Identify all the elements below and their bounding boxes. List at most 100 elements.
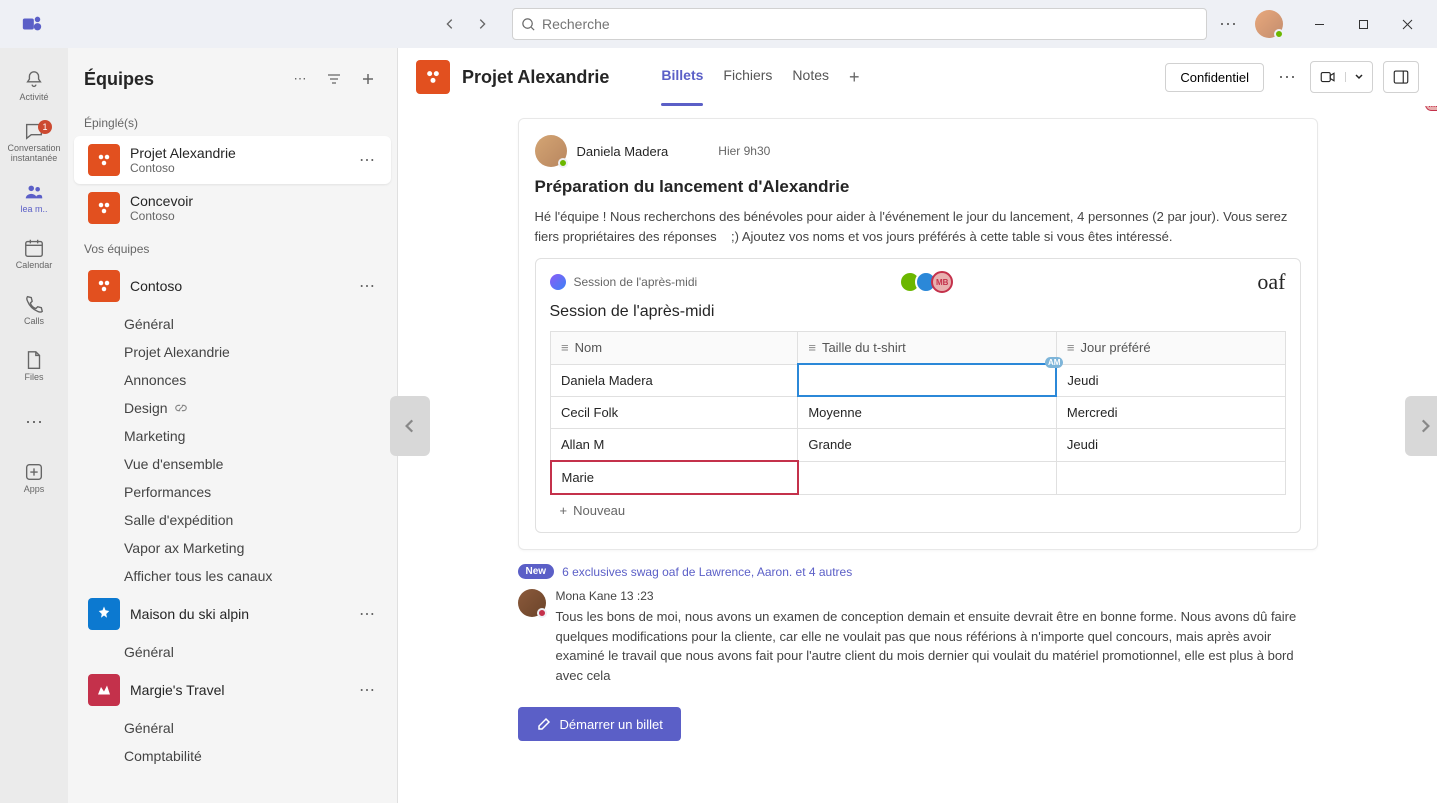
team-margie[interactable]: Margie's Travel ⋯ bbox=[74, 666, 391, 714]
cell-selected[interactable]: AM bbox=[798, 364, 1057, 396]
teams-sidebar: Équipes ⋯ Épinglé(s) Projet AlexandrieCo… bbox=[68, 48, 398, 803]
link-icon bbox=[174, 401, 188, 415]
team-name: Maison du ski alpin bbox=[130, 606, 347, 622]
cell[interactable]: Daniela Madera bbox=[551, 364, 798, 396]
text-column-icon: ≡ bbox=[808, 340, 816, 355]
team-more-button[interactable]: ⋯ bbox=[357, 274, 377, 298]
channel-item[interactable]: Comptabilité bbox=[68, 742, 397, 770]
window-maximize-button[interactable] bbox=[1341, 8, 1385, 40]
pinned-team-concevoir[interactable]: ConcevoirContoso bbox=[74, 184, 391, 232]
col-name[interactable]: ≡Nom bbox=[551, 332, 798, 365]
window-close-button[interactable] bbox=[1385, 8, 1429, 40]
cell[interactable]: Jeudi bbox=[1056, 364, 1285, 396]
tab-add-button[interactable]: + bbox=[849, 49, 860, 106]
channel-item[interactable]: Design bbox=[68, 394, 397, 422]
team-more-button[interactable]: ⋯ bbox=[357, 602, 377, 626]
cell[interactable] bbox=[798, 461, 1057, 494]
nav-forward-button[interactable] bbox=[468, 10, 496, 38]
meet-button[interactable] bbox=[1311, 68, 1345, 86]
card-oaf-label: oaf bbox=[1257, 269, 1285, 295]
col-day[interactable]: ≡Jour préféré bbox=[1056, 332, 1285, 365]
sidebar-add-button[interactable] bbox=[355, 66, 381, 92]
channel-item[interactable]: Salle d'expédition bbox=[68, 506, 397, 534]
confidential-button[interactable]: Confidentiel bbox=[1165, 63, 1264, 92]
team-ski[interactable]: Maison du ski alpin ⋯ bbox=[74, 590, 391, 638]
channel-item[interactable]: Vapor ax Marketing bbox=[68, 534, 397, 562]
tab-notes[interactable]: Notes bbox=[792, 49, 829, 106]
channel-item[interactable]: Général bbox=[68, 714, 397, 742]
channel-item[interactable]: Annonces bbox=[68, 366, 397, 394]
channel-item[interactable]: Projet Alexandrie bbox=[68, 338, 397, 366]
cell[interactable]: Mercredi bbox=[1056, 396, 1285, 429]
rail-label: Apps bbox=[24, 485, 45, 495]
channel-header: Projet Alexandrie Billets Fichiers Notes… bbox=[398, 48, 1437, 106]
video-icon bbox=[1319, 68, 1337, 86]
rail-label: Calendar bbox=[16, 261, 53, 271]
team-avatar-icon bbox=[88, 192, 120, 224]
file-icon bbox=[23, 349, 45, 371]
cell-editing[interactable]: Marie bbox=[551, 461, 798, 494]
add-row-label: Nouveau bbox=[573, 503, 625, 518]
sidebar-more-button[interactable]: ⋯ bbox=[287, 66, 313, 92]
compose-icon bbox=[536, 716, 552, 732]
rail-label: Activité bbox=[19, 93, 48, 103]
collaborator-avatars: MB bbox=[905, 271, 953, 293]
replies-summary[interactable]: New 6 exclusives swag oaf de Lawrence, A… bbox=[518, 564, 1318, 579]
cell[interactable] bbox=[1056, 461, 1285, 494]
team-contoso[interactable]: Contoso ⋯ bbox=[74, 262, 391, 310]
channel-avatar-icon bbox=[416, 60, 450, 94]
people-icon bbox=[23, 181, 45, 203]
presence-busy-icon bbox=[537, 608, 547, 618]
start-post-button[interactable]: Démarrer un billet bbox=[518, 707, 681, 741]
reply-author-avatar[interactable] bbox=[518, 589, 546, 617]
rail-apps[interactable]: Apps bbox=[4, 452, 64, 504]
titlebar: ⋯ bbox=[0, 0, 1437, 48]
tab-posts[interactable]: Billets bbox=[661, 49, 703, 106]
app-rail: Activité 1 Conversation instantanée lea … bbox=[0, 48, 68, 803]
cell[interactable]: Moyenne bbox=[798, 396, 1057, 429]
pinned-team-alexandrie[interactable]: Projet AlexandrieContoso ⋯ bbox=[74, 136, 391, 184]
filter-icon bbox=[326, 71, 342, 87]
rail-teams[interactable]: lea m.. bbox=[4, 172, 64, 224]
add-row-button[interactable]: +Nouveau bbox=[550, 495, 1286, 526]
cell-value: Grande bbox=[808, 437, 851, 452]
card-title: Session de l'après-midi bbox=[550, 303, 1286, 321]
channel-item[interactable]: Marketing bbox=[68, 422, 397, 450]
header-more-button[interactable]: ⋯ bbox=[1274, 63, 1300, 92]
cell[interactable]: GrandeMB bbox=[798, 429, 1057, 462]
rail-calls[interactable]: Calls bbox=[4, 284, 64, 336]
cell[interactable]: Jeudi bbox=[1056, 429, 1285, 462]
cell[interactable]: Cecil Folk bbox=[551, 396, 798, 429]
cell[interactable]: Allan M bbox=[551, 429, 798, 462]
post-author-avatar[interactable] bbox=[535, 135, 567, 167]
channel-item[interactable]: Performances bbox=[68, 478, 397, 506]
channel-show-all[interactable]: Afficher tous les canaux bbox=[68, 562, 397, 590]
channel-item[interactable]: Vue d'ensemble bbox=[68, 450, 397, 478]
collaborator-avatar[interactable]: MB bbox=[931, 271, 953, 293]
post-author: Daniela Madera bbox=[577, 144, 669, 159]
team-more-button[interactable]: ⋯ bbox=[357, 678, 377, 702]
search-box[interactable] bbox=[512, 8, 1207, 40]
tab-files[interactable]: Fichiers bbox=[723, 49, 772, 106]
user-avatar[interactable] bbox=[1255, 10, 1283, 38]
bell-icon bbox=[23, 69, 45, 91]
window-minimize-button[interactable] bbox=[1297, 8, 1341, 40]
col-size[interactable]: ≡Taille du t-shirt bbox=[798, 332, 1057, 365]
feed: Daniela Madera Hier 9h30 Préparation du … bbox=[398, 106, 1437, 803]
search-input[interactable] bbox=[542, 16, 1198, 32]
team-more-button[interactable]: ⋯ bbox=[357, 148, 377, 172]
rail-more[interactable]: ⋯ bbox=[4, 396, 64, 448]
rail-activity[interactable]: Activité bbox=[4, 60, 64, 112]
sidebar-filter-button[interactable] bbox=[321, 66, 347, 92]
nav-back-button[interactable] bbox=[436, 10, 464, 38]
section-pinned-label: Épinglé(s) bbox=[68, 106, 397, 136]
rail-chat[interactable]: 1 Conversation instantanée bbox=[4, 116, 64, 168]
rail-files[interactable]: Files bbox=[4, 340, 64, 392]
titlebar-more-button[interactable]: ⋯ bbox=[1215, 10, 1241, 39]
replies-text: 6 exclusives swag oaf de Lawrence, Aaron… bbox=[562, 565, 852, 579]
meet-dropdown[interactable] bbox=[1345, 72, 1372, 82]
channel-item[interactable]: Général bbox=[68, 638, 397, 666]
panel-toggle-button[interactable] bbox=[1383, 61, 1419, 93]
channel-item[interactable]: Général bbox=[68, 310, 397, 338]
rail-calendar[interactable]: Calendar bbox=[4, 228, 64, 280]
